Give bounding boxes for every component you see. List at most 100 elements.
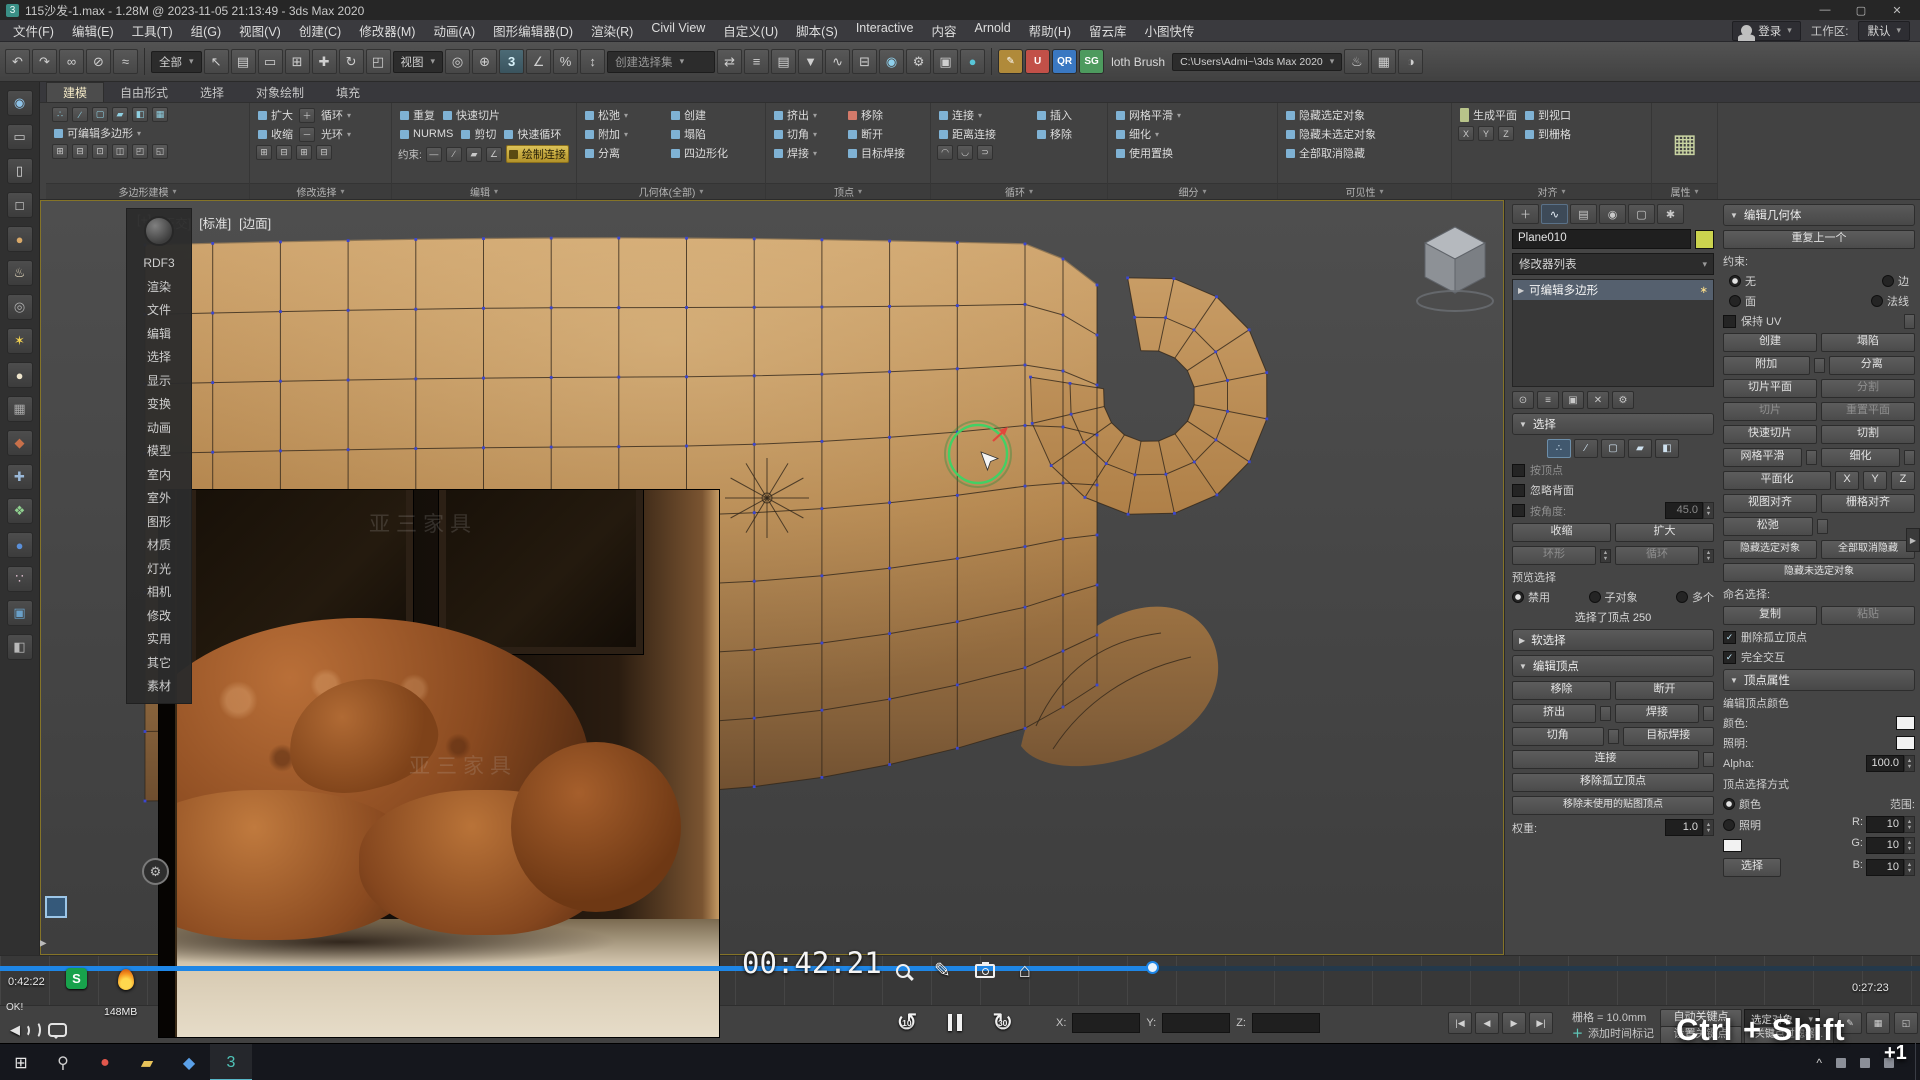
script-panel-item[interactable]: 灯光	[127, 558, 191, 582]
modifier-list-dropdown[interactable]: 修改器列表	[1512, 253, 1714, 275]
reference-coordinate-dropdown[interactable]: 视图	[393, 51, 444, 73]
weight-spinner[interactable]: 1.0 ▲▼	[1665, 819, 1714, 836]
add-tag-plus-icon[interactable]: ＋	[1572, 1025, 1583, 1041]
hierarchy-tab-icon[interactable]: ▤	[1570, 204, 1597, 224]
snap-square-icon[interactable]	[45, 896, 67, 918]
tab-freeform[interactable]: 自由形式	[104, 83, 184, 102]
chamfer-settings-button[interactable]	[1608, 729, 1619, 744]
add-time-tag-label[interactable]: 添加时间标记	[1588, 1025, 1654, 1041]
brush-plugin-icon[interactable]: ✎	[998, 49, 1023, 74]
login-button[interactable]: 登录	[1732, 21, 1801, 41]
cut-button[interactable]: 剪切	[459, 126, 498, 142]
cylinder-icon[interactable]: ▯	[7, 158, 33, 184]
vertex-subobject-icon[interactable]: ∴	[1547, 439, 1571, 458]
grow-button[interactable]: 扩大	[256, 107, 295, 123]
collapse-button[interactable]: 塌陷	[669, 126, 759, 142]
ring-selection-button[interactable]: 环形	[1512, 546, 1596, 565]
display-tab-icon[interactable]: ▢	[1628, 204, 1655, 224]
go-to-start-button[interactable]: |◀	[1448, 1012, 1472, 1034]
menu-item[interactable]: 自定义(U)	[714, 21, 787, 40]
maximize-viewport-icon[interactable]: ◱	[1894, 1012, 1918, 1034]
hide-unselected-geo-button[interactable]: 隐藏未选定对象	[1723, 563, 1915, 582]
render-production-icon[interactable]: ●	[960, 49, 985, 74]
object-name-field[interactable]: Plane010	[1512, 229, 1691, 249]
rewind-10-button[interactable]: ↺10	[896, 1008, 918, 1036]
motion-tab-icon[interactable]: ◉	[1599, 204, 1626, 224]
menu-item[interactable]: 修改器(M)	[350, 21, 424, 40]
box-icon[interactable]: □	[7, 192, 33, 218]
full-interactivity-checkbox[interactable]: ✓完全交互	[1723, 649, 1915, 665]
cream-sphere-icon[interactable]: ●	[7, 362, 33, 388]
menu-item[interactable]: 留云库	[1080, 21, 1136, 40]
quickslice-geo-button[interactable]: 快速切片	[1723, 425, 1817, 444]
select-by-name-icon[interactable]: ▤	[231, 49, 256, 74]
unlink-selection-icon[interactable]: ⊘	[86, 49, 111, 74]
project-path-dropdown[interactable]: C:\Users\Admi~\3ds Max 2020	[1172, 53, 1342, 71]
u-plugin-icon[interactable]: U	[1025, 49, 1050, 74]
render-teapot-icon[interactable]: ♨	[1344, 49, 1369, 74]
render-setup-icon[interactable]: ⚙	[906, 49, 931, 74]
preview-multi-radio[interactable]: 多个	[1676, 589, 1714, 605]
alpha-spinner[interactable]: 100.0 ▲▼	[1866, 755, 1915, 772]
ribbon-toggle-icon[interactable]: ▼	[798, 49, 823, 74]
window-crossing-icon[interactable]: ⊞	[285, 49, 310, 74]
tray-icon[interactable]	[1836, 1058, 1846, 1068]
script-panel-item[interactable]: 变换	[127, 393, 191, 417]
go-to-end-button[interactable]: ▶|	[1529, 1012, 1553, 1034]
tessellate-settings-button[interactable]	[1904, 450, 1915, 465]
teapot-icon[interactable]: ♨	[7, 260, 33, 286]
curve-editor-icon[interactable]: ∿	[825, 49, 850, 74]
loop-shrink-icon[interactable]: ⊟	[276, 145, 292, 160]
tab-selection[interactable]: 选择	[184, 83, 240, 102]
pin-stack-icon[interactable]: ⊙	[1512, 391, 1534, 409]
caption-edit[interactable]: 编辑	[392, 183, 576, 199]
select-and-manipulate-icon[interactable]: ⊕	[472, 49, 497, 74]
qr-plugin-icon[interactable]: QR	[1052, 49, 1077, 74]
break-button[interactable]: 断开	[846, 126, 924, 142]
attach-button[interactable]: 附加	[583, 126, 659, 142]
tab-modeling[interactable]: 建模	[46, 82, 104, 102]
hide-selected-button[interactable]: 隐藏选定对象	[1284, 107, 1445, 123]
ring-spinner[interactable]: ▲▼	[1600, 549, 1611, 563]
paint-connect-button[interactable]: 绘制连接	[506, 145, 569, 163]
constraint-edge-radio[interactable]: 边	[1882, 273, 1909, 289]
clay-icon[interactable]: ◆	[7, 430, 33, 456]
meshsmooth-settings-button[interactable]	[1806, 450, 1817, 465]
modifier-stack[interactable]: ▶ 可编辑多边形 ∗	[1512, 279, 1714, 387]
menu-item[interactable]: 编辑(E)	[63, 21, 123, 40]
constraint-face-icon[interactable]: ▰	[466, 147, 482, 162]
caption-polygon-modeling[interactable]: 多边形建模	[46, 183, 249, 199]
menu-item[interactable]: 图形编辑器(D)	[484, 21, 582, 40]
rendered-frame-icon[interactable]: ▣	[933, 49, 958, 74]
script-panel-item[interactable]: 选择	[127, 346, 191, 370]
select-by-illum-radio[interactable]: 照明	[1723, 817, 1761, 833]
script-panel-item[interactable]: 室外	[127, 487, 191, 511]
select-and-link-icon[interactable]: ∞	[59, 49, 84, 74]
menu-item[interactable]: 渲染(R)	[582, 21, 642, 40]
caption-subdivision[interactable]: 细分	[1108, 183, 1277, 199]
attach-button[interactable]: 附加	[1723, 356, 1810, 375]
selection-filter-dropdown[interactable]: 全部	[151, 51, 202, 73]
menu-item[interactable]: 工具(T)	[123, 21, 182, 40]
meshsmooth-geo-button[interactable]: 网格平滑	[1723, 448, 1802, 467]
stack-expand-icon[interactable]: ▶	[1518, 286, 1524, 295]
show-desktop-button[interactable]	[1915, 1043, 1920, 1080]
foliage-icon[interactable]: ❖	[7, 498, 33, 524]
quickslice-button[interactable]: 快速切片	[441, 107, 502, 123]
menu-item[interactable]: 内容	[923, 21, 966, 40]
polymod-tool-icon[interactable]: ◰	[132, 144, 148, 159]
show-end-result-icon[interactable]: ≡	[1537, 391, 1559, 409]
loop-tool-icon[interactable]: ⊃	[977, 145, 993, 160]
connect-vertices-button[interactable]: 连接	[1512, 750, 1699, 769]
polygon-mode-icon[interactable]: ▰	[112, 107, 128, 122]
loop-tool-icon[interactable]: ◡	[957, 145, 973, 160]
align-to-grid-button[interactable]: 到栅格	[1523, 126, 1573, 142]
selection-rollout-header[interactable]: ▼选择	[1512, 413, 1714, 435]
viewport-menu-shading[interactable]: [边面]	[239, 213, 271, 232]
preserve-uv-checkbox[interactable]: 保持 UV	[1723, 313, 1781, 329]
menu-item[interactable]: 小图快传	[1136, 21, 1204, 40]
split-view-icon[interactable]: ◧	[7, 634, 33, 660]
by-angle-checkbox[interactable]: 按角度:	[1512, 503, 1566, 519]
volume-icon[interactable]: ◀	[10, 1021, 41, 1039]
remove-button[interactable]: 移除	[846, 107, 924, 123]
